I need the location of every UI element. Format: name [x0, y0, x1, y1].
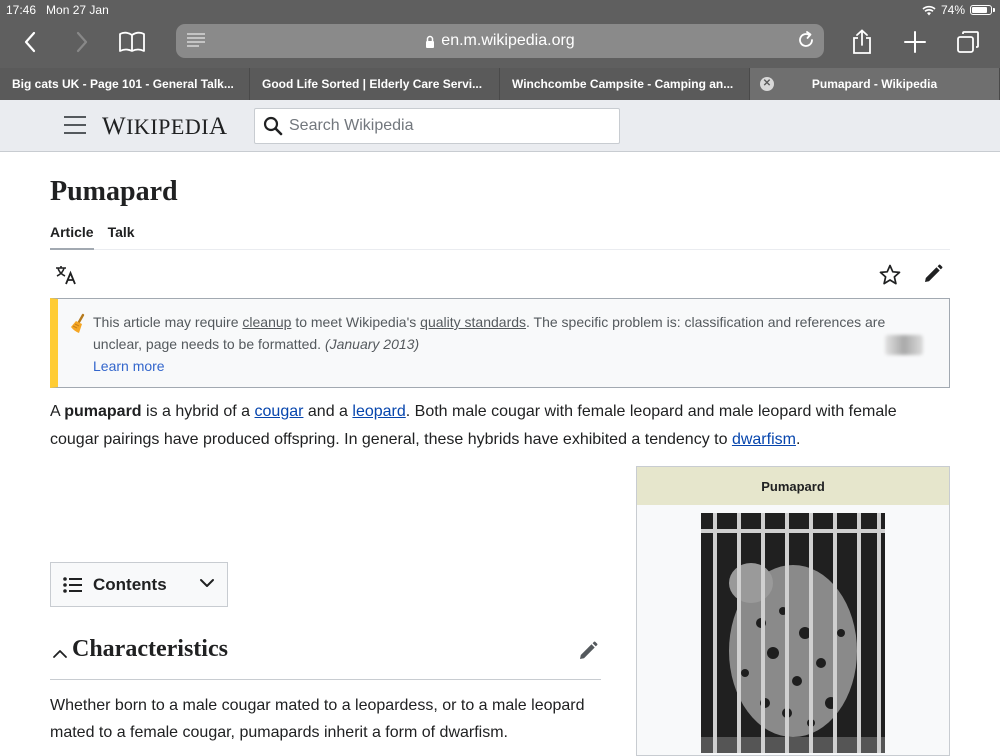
plus-icon: [904, 31, 926, 53]
infobox-title: Pumapard: [637, 467, 949, 505]
reload-icon[interactable]: [796, 30, 816, 50]
search-input[interactable]: [289, 117, 609, 135]
broom-icon: [71, 313, 85, 333]
close-tab-icon[interactable]: ✕: [760, 77, 774, 91]
menu-icon[interactable]: [64, 116, 86, 136]
share-button[interactable]: [846, 28, 878, 56]
tab-article[interactable]: Article: [50, 224, 94, 250]
page-tabs: Article Talk: [50, 224, 950, 250]
chevron-down-icon: [200, 579, 214, 587]
search-box[interactable]: [254, 108, 620, 144]
blurred-element: [885, 335, 923, 355]
status-right: 74%: [922, 3, 995, 17]
search-icon: [263, 116, 283, 136]
url-display: en.m.wikipedia.org: [425, 32, 575, 50]
tab-bar: Big cats UK - Page 101 - General Talk...…: [0, 68, 1000, 100]
page-title: Pumapard: [50, 176, 178, 207]
section-pencil-icon[interactable]: [577, 640, 599, 662]
infobox-image[interactable]: [701, 513, 885, 753]
bold-term: pumapard: [64, 403, 142, 420]
browser-chrome: 17:46 Mon 27 Jan 74% en.m.wikipedia.org …: [0, 0, 1000, 100]
link-cougar[interactable]: cougar: [255, 403, 304, 420]
address-bar[interactable]: en.m.wikipedia.org: [176, 24, 824, 58]
share-icon: [853, 29, 871, 54]
lock-icon: [426, 35, 435, 48]
url-text: en.m.wikipedia.org: [441, 32, 575, 49]
status-bar: 17:46 Mon 27 Jan 74%: [0, 0, 1000, 20]
language-icon[interactable]: [54, 264, 78, 286]
battery-icon: [970, 5, 995, 15]
book-icon: [119, 31, 145, 52]
notice-text-2: to meet Wikipedia's: [291, 314, 421, 330]
new-tab-button[interactable]: [899, 28, 931, 56]
star-icon[interactable]: [878, 263, 902, 287]
infobox: Pumapard: [636, 466, 950, 756]
pencil-icon[interactable]: [922, 263, 944, 285]
link-cleanup[interactable]: cleanup: [242, 314, 291, 330]
tab-title: Big cats UK - Page 101 - General Talk...: [12, 77, 234, 91]
chevron-up-icon: [53, 650, 67, 658]
tab-title: Winchcombe Campsite - Camping an...: [512, 77, 734, 91]
wiki-header: WIKIPEDIA: [0, 100, 1000, 152]
tab-title: Good Life Sorted | Elderly Care Servi...: [262, 77, 483, 91]
wifi-icon: [922, 5, 936, 15]
back-button[interactable]: [14, 28, 46, 56]
notice-text-1: This article may require: [93, 314, 243, 330]
cleanup-notice: This article may require cleanup to meet…: [50, 298, 950, 388]
chevron-right-icon: [76, 31, 88, 53]
learn-more-link[interactable]: Learn more: [93, 355, 925, 377]
section-title: Characteristics: [72, 636, 228, 662]
link-dwarfism[interactable]: dwarfism: [732, 431, 796, 448]
reader-view-icon[interactable]: [186, 32, 206, 48]
browser-tab[interactable]: Big cats UK - Page 101 - General Talk...: [0, 68, 250, 100]
forward-button[interactable]: [66, 28, 98, 56]
bookmarks-button[interactable]: [116, 28, 148, 56]
link-leopard[interactable]: leopard: [352, 403, 405, 420]
battery-percent: 74%: [940, 3, 965, 17]
browser-tab[interactable]: Winchcombe Campsite - Camping an...: [500, 68, 750, 100]
link-quality-standards[interactable]: quality standards: [420, 314, 526, 330]
chevron-left-icon: [24, 31, 36, 53]
list-icon: [63, 576, 82, 593]
section-paragraph: Whether born to a male cougar mated to a…: [50, 697, 585, 741]
section-heading-characteristics[interactable]: Characteristics: [50, 634, 601, 680]
intro-paragraph: A pumapard is a hybrid of a cougar and a…: [50, 403, 897, 448]
tabs-overview-button[interactable]: [952, 28, 984, 56]
contents-label: Contents: [93, 574, 167, 594]
page-tools: [50, 260, 950, 290]
tab-talk[interactable]: Talk: [108, 224, 135, 250]
tabs-icon: [957, 31, 979, 53]
contents-toggle[interactable]: Contents: [50, 562, 228, 607]
notice-date: (January 2013): [324, 336, 420, 352]
wikipedia-wordmark[interactable]: WIKIPEDIA: [102, 113, 228, 141]
status-time: 17:46 Mon 27 Jan: [6, 3, 109, 17]
browser-tab[interactable]: Good Life Sorted | Elderly Care Servi...: [250, 68, 500, 100]
browser-tab-active[interactable]: ✕ Pumapard - Wikipedia: [750, 68, 1000, 100]
tab-title: Pumapard - Wikipedia: [811, 77, 938, 91]
